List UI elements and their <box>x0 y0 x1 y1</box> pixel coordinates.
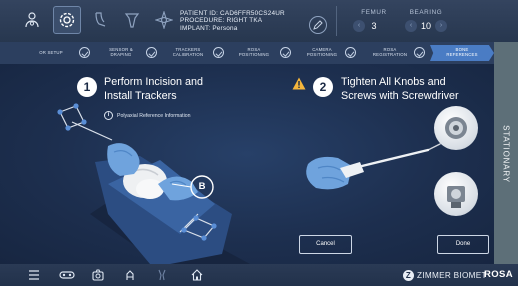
step-label: ROSA POSITIONING <box>238 47 270 57</box>
pencil-icon[interactable] <box>309 16 327 34</box>
patient-info: PATIENT ID: CAD6FFR50CS24UR PROCEDURE: R… <box>180 10 285 32</box>
home-icon[interactable] <box>190 268 204 282</box>
bottom-bar: Z ZIMMER BIOMET ROSA <box>0 264 518 286</box>
polyaxial-info-link[interactable]: i Polyaxial Reference Information <box>104 111 191 120</box>
step-label: ROSA REGISTRATION <box>372 47 408 57</box>
implant: IMPLANT: Persona <box>180 24 238 32</box>
step-2-badge: 2 <box>313 77 333 97</box>
step-bone-references[interactable]: BONE REFERENCES <box>430 45 494 61</box>
stationary-label: STATIONARY <box>501 125 511 183</box>
step-label: TRACKERS CALIBRATION <box>172 47 204 57</box>
tracker-icon[interactable] <box>58 268 76 282</box>
bearing-increase-button[interactable]: › <box>435 20 447 32</box>
foot-icon[interactable] <box>86 6 114 34</box>
step-camera-positioning[interactable]: CAMERA POSITIONING <box>298 45 346 61</box>
zimmer-biomet-logo-icon: Z <box>403 270 414 281</box>
step-2-heading: Tighten All Knobs and Screws with Screwd… <box>341 75 459 103</box>
product-name: ROSA <box>484 269 514 280</box>
camera-icon[interactable] <box>91 268 105 282</box>
menu-icon[interactable] <box>27 268 41 282</box>
step-rosa-positioning[interactable]: ROSA POSITIONING <box>231 45 277 61</box>
step-trackers-calibration[interactable]: TRACKERS CALIBRATION <box>163 45 213 61</box>
bearing-decrease-button[interactable]: ‹ <box>404 20 417 32</box>
check-icon <box>345 47 356 58</box>
step-rosa-registration[interactable]: ROSA REGISTRATION <box>364 45 416 61</box>
brand-logo: Z ZIMMER BIOMET <box>403 270 487 281</box>
robot-arm-icon[interactable] <box>123 268 137 282</box>
user-gear-icon[interactable] <box>18 6 46 34</box>
done-button[interactable]: Done <box>437 235 489 254</box>
cancel-button[interactable]: Cancel <box>299 235 352 254</box>
femur-value: 3 <box>371 21 377 31</box>
warning-icon <box>292 77 306 90</box>
callout-b-label: B <box>198 181 206 192</box>
patient-id: PATIENT ID: CAD6FFR50CS24UR <box>180 10 285 17</box>
femur-decrease-button[interactable]: ‹ <box>353 20 365 32</box>
procedure: PROCEDURE: RIGHT TKA <box>180 17 263 25</box>
step-label: BONE REFERENCES <box>446 47 478 57</box>
check-icon <box>146 47 157 58</box>
femur-counter: FEMUR ‹ 3 › <box>351 9 397 32</box>
step-label: CAMERA POSITIONING <box>306 47 338 57</box>
polyaxial-info-text: Polyaxial Reference Information <box>117 112 191 119</box>
tibia-icon[interactable] <box>118 6 146 34</box>
info-icon: i <box>104 111 113 120</box>
step-1-badge: 1 <box>77 77 97 97</box>
divider <box>336 6 337 36</box>
main-panel: 1 Perform Incision and Install Trackers … <box>0 64 494 264</box>
target-settings-icon[interactable] <box>53 6 81 34</box>
top-bar: PATIENT ID: CAD6FFR50CS24UR PROCEDURE: R… <box>0 0 518 42</box>
femur-label: FEMUR <box>361 9 387 16</box>
step-label: SENSOR & DRAPING <box>109 47 133 57</box>
step-1-heading: Perform Incision and Install Trackers <box>104 75 203 103</box>
knee-icon[interactable] <box>155 268 169 282</box>
brand-name: ZIMMER BIOMET <box>417 271 487 280</box>
check-icon <box>79 47 90 58</box>
check-icon <box>213 47 224 58</box>
stationary-panel[interactable]: STATIONARY <box>494 42 518 264</box>
knob-detail-image <box>434 106 478 150</box>
step-or-setup[interactable]: OR SETUP <box>30 45 72 61</box>
bearing-counter: BEARING ‹ 10 › <box>400 9 452 32</box>
step-2-line2: Screws with Screwdriver <box>341 90 459 102</box>
bearing-value: 10 <box>420 21 431 31</box>
screw-detail-image <box>434 172 478 216</box>
step-1-line1: Perform Incision and <box>104 76 204 88</box>
step-1-line2: Install Trackers <box>104 90 177 102</box>
bearing-label: BEARING <box>409 9 443 16</box>
step-2-line1: Tighten All Knobs and <box>341 76 446 88</box>
step-sensor-draping[interactable]: SENSOR & DRAPING <box>98 45 144 61</box>
step-label: OR SETUP <box>39 49 63 55</box>
compass-icon[interactable] <box>150 6 178 34</box>
workflow-step-bar: OR SETUP SENSOR & DRAPING TRACKERS CALIB… <box>0 42 518 64</box>
check-icon <box>414 47 425 58</box>
check-icon <box>280 47 291 58</box>
